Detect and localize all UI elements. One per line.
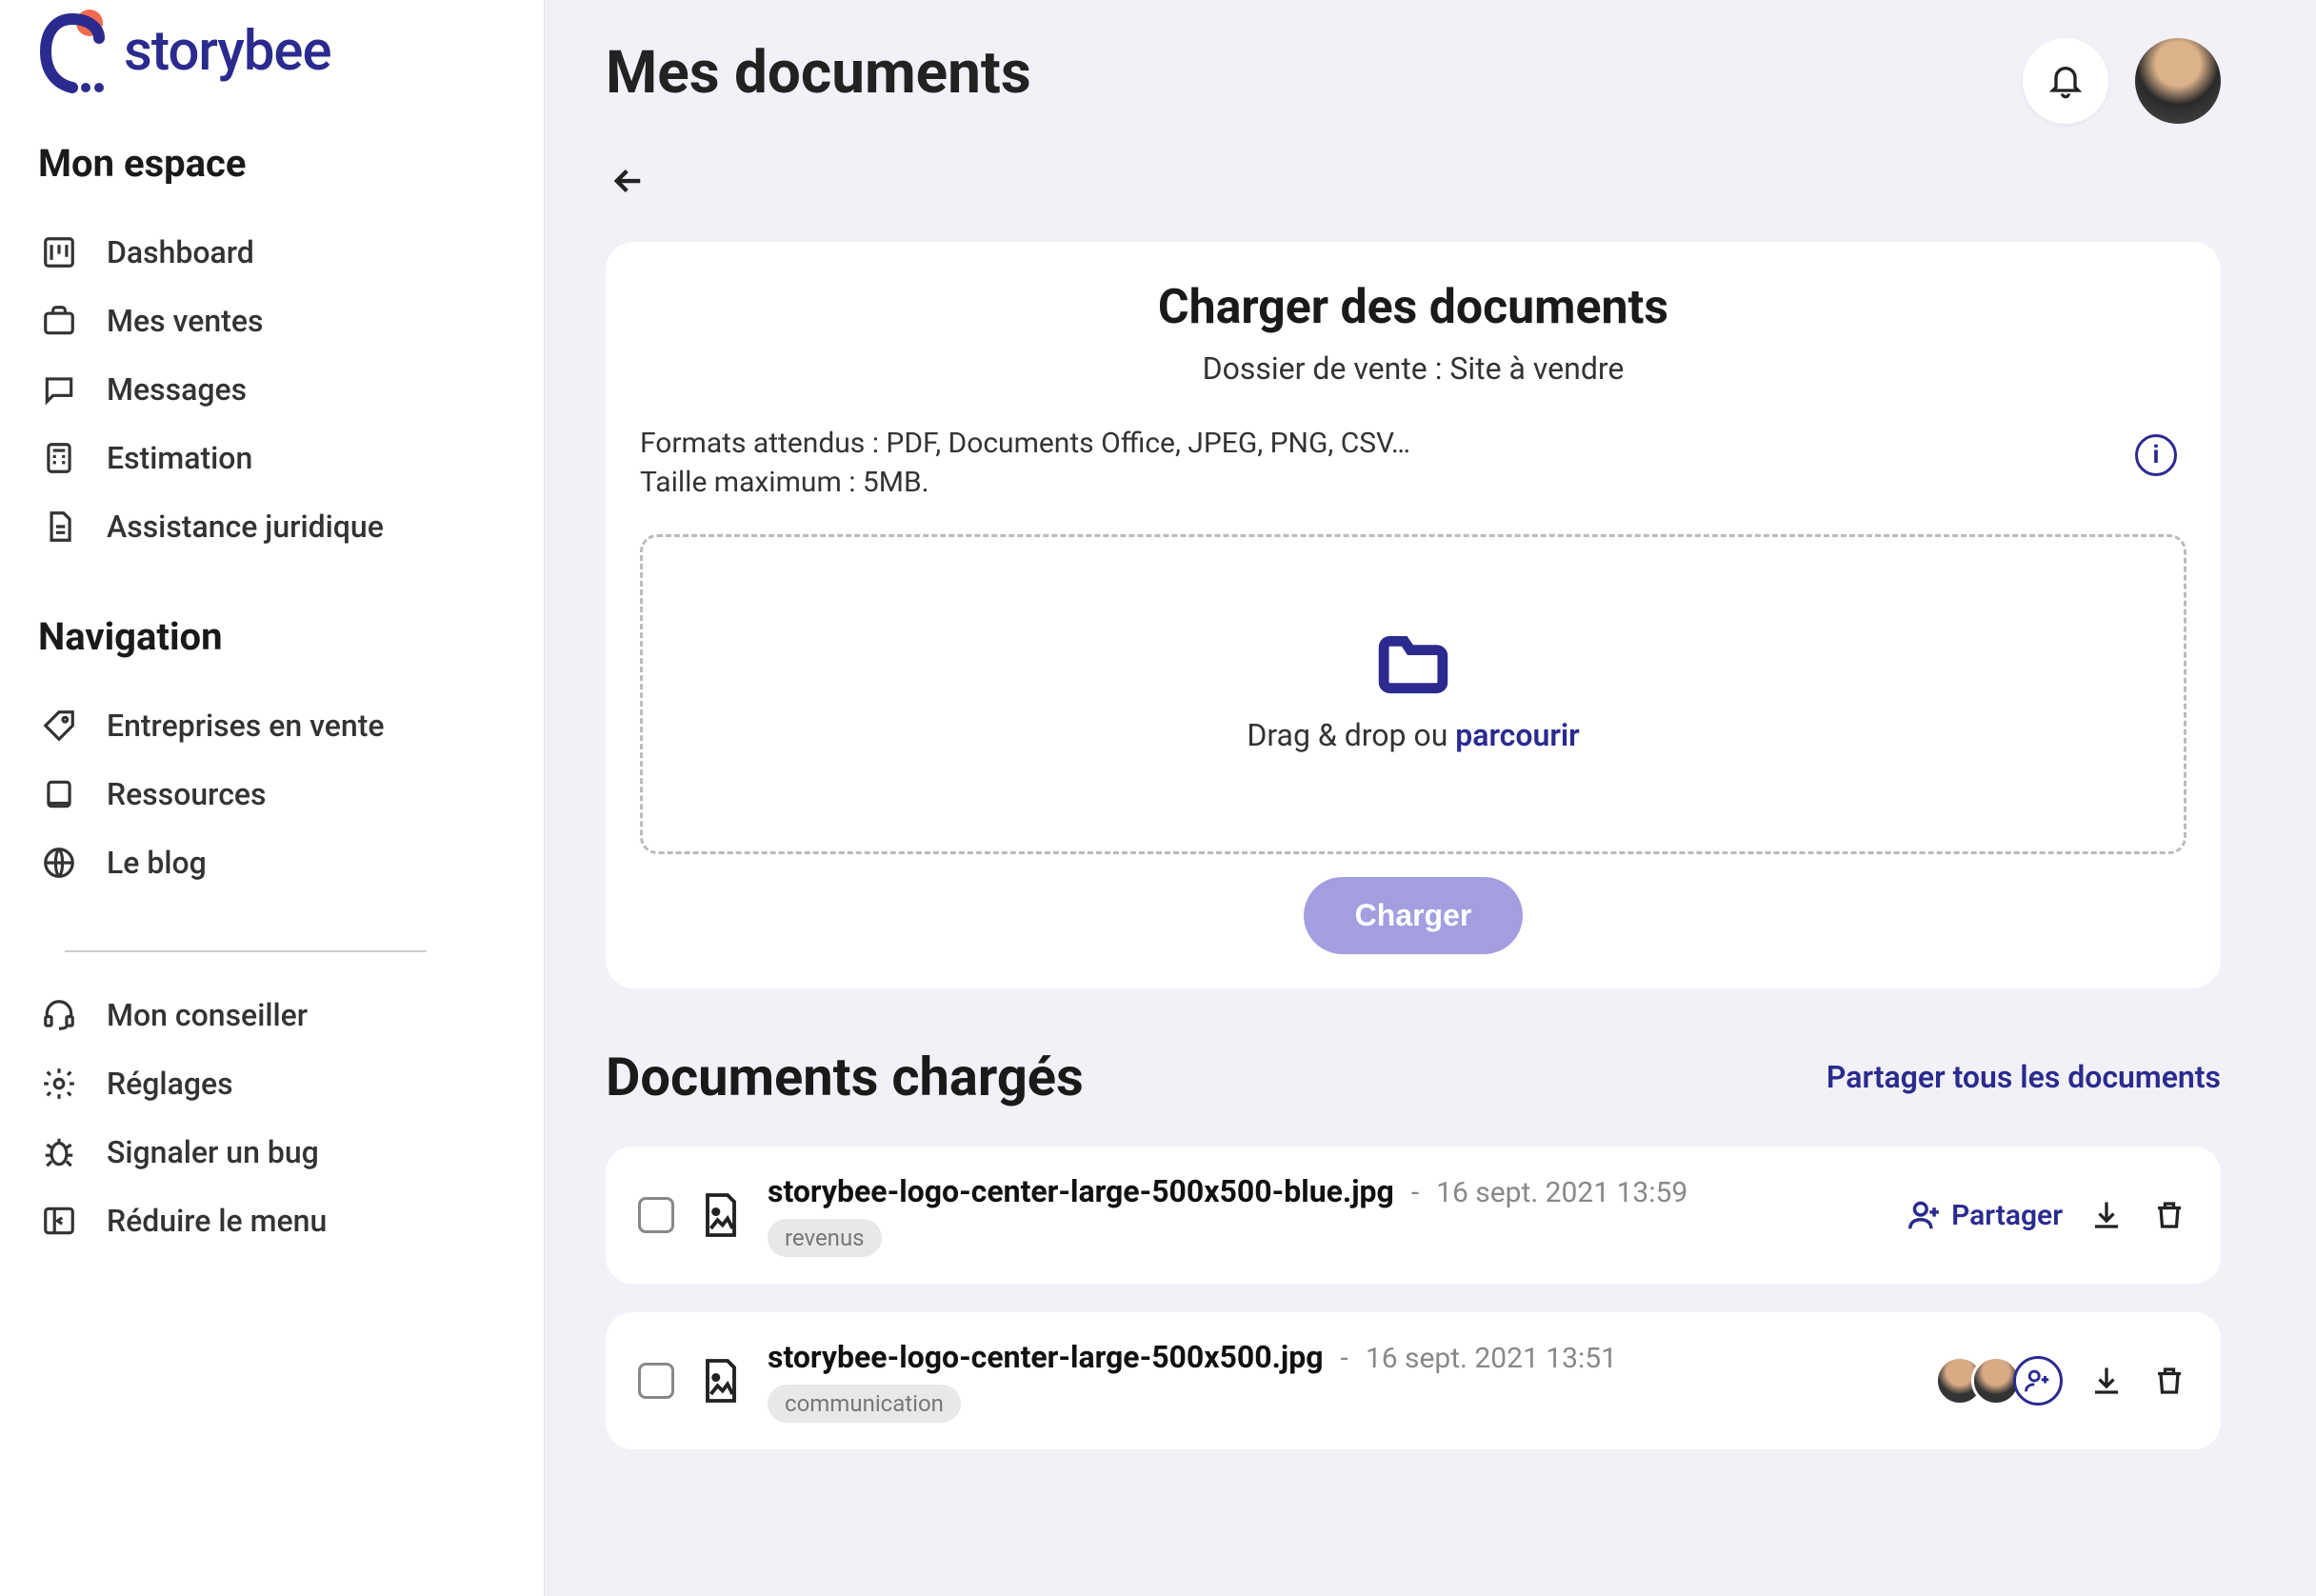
calculator-icon [38,437,80,479]
book-icon [38,773,80,815]
header-actions [2023,38,2221,124]
document-date: 16 sept. 2021 13:51 [1366,1342,1617,1375]
page-title: Mes documents [606,38,1031,108]
sidebar-section-title-workspace: Mon espace [38,141,506,186]
person-plus-icon [1906,1197,1942,1233]
sidebar-divider [65,950,427,952]
trash-icon [2152,1198,2186,1232]
back-button[interactable] [606,158,651,204]
dropzone-prefix: Drag & drop ou [1247,717,1455,753]
sidebar-item-label: Réglages [107,1066,233,1102]
sidebar-item-blog[interactable]: Le blog [38,828,506,897]
loaded-title: Documents chargés [606,1046,1084,1108]
bug-icon [38,1131,80,1173]
download-button[interactable] [2087,1362,2126,1400]
document-name: storybee-logo-center-large-500x500.jpg [768,1339,1324,1375]
upload-hint-formats: Formats attendus : PDF, Documents Office… [640,425,1410,464]
file-image-icon [701,1191,741,1239]
row-checkbox[interactable] [638,1197,674,1233]
upload-subtitle: Dossier de vente : Site à vendre [640,350,2186,387]
upload-card: Charger des documents Dossier de vente :… [606,242,2221,988]
sidebar-item-mes-ventes[interactable]: Mes ventes [38,287,506,355]
tag-icon [38,705,80,747]
sidebar-item-label: Dashboard [107,234,254,270]
shared-avatars [1935,1356,2063,1406]
upload-info-button[interactable]: i [2135,434,2177,476]
delete-button[interactable] [2150,1196,2188,1234]
document-date: 16 sept. 2021 13:59 [1436,1176,1687,1209]
collapse-icon [38,1200,80,1242]
upload-title: Charger des documents [640,280,2186,335]
add-share-button[interactable] [2013,1356,2063,1406]
row-checkbox[interactable] [638,1363,674,1399]
download-icon [2089,1198,2124,1232]
trash-icon [2152,1364,2186,1398]
sidebar-item-reglages[interactable]: Réglages [38,1049,506,1118]
sidebar-item-label: Messages [107,371,247,408]
sidebar-item-bug[interactable]: Signaler un bug [38,1118,506,1187]
file-image-icon [701,1357,741,1405]
delete-button[interactable] [2150,1362,2188,1400]
upload-hint-size: Taille maximum : 5MB. [640,464,1410,503]
main-content: Mes documents Charger des documents Doss… [545,0,2316,1596]
briefcase-icon [38,300,80,342]
gear-icon [38,1063,80,1105]
document-tag: revenus [768,1219,882,1257]
share-button[interactable]: Partager [1906,1197,2063,1233]
sidebar-item-label: Mon conseiller [107,997,308,1033]
sidebar-item-label: Signaler un bug [107,1134,319,1170]
bell-icon [2046,62,2085,100]
document-row: storybee-logo-center-large-500x500-blue.… [606,1147,2221,1284]
sidebar-item-label: Ressources [107,776,267,812]
sidebar: storybee Mon espace Dashboard Mes ventes… [0,0,545,1596]
separator: - [1341,1342,1348,1375]
globe-icon [38,842,80,884]
folder-icon [1378,635,1448,698]
sidebar-item-label: Entreprises en vente [107,708,385,744]
sidebar-item-label: Assistance juridique [107,509,384,545]
separator: - [1411,1176,1419,1209]
share-label: Partager [1951,1199,2063,1232]
download-icon [2089,1364,2124,1398]
sidebar-item-label: Le blog [107,845,207,881]
browse-link[interactable]: parcourir [1455,717,1579,753]
sidebar-item-label: Réduire le menu [107,1203,327,1239]
brand-logo[interactable]: storybee [38,10,506,93]
info-icon: i [2153,441,2160,469]
sidebar-item-label: Estimation [107,440,252,476]
dropzone-text: Drag & drop ou parcourir [1247,717,1579,753]
sidebar-item-collapse[interactable]: Réduire le menu [38,1187,506,1255]
sidebar-item-entreprises[interactable]: Entreprises en vente [38,691,506,760]
document-name: storybee-logo-center-large-500x500-blue.… [768,1173,1394,1209]
document-row: storybee-logo-center-large-500x500.jpg -… [606,1312,2221,1449]
document-icon [38,506,80,548]
brand-mark-icon [38,10,107,93]
brand-name: storybee [124,19,331,84]
sidebar-item-label: Mes ventes [107,303,263,339]
upload-dropzone[interactable]: Drag & drop ou parcourir [640,534,2186,854]
upload-hints: Formats attendus : PDF, Documents Office… [640,425,1410,502]
document-tag: communication [768,1385,961,1423]
sidebar-section-title-navigation: Navigation [38,614,506,659]
dashboard-icon [38,231,80,273]
download-button[interactable] [2087,1196,2126,1234]
sidebar-item-conseiller[interactable]: Mon conseiller [38,981,506,1049]
sidebar-item-assistance-juridique[interactable]: Assistance juridique [38,492,506,561]
sidebar-item-messages[interactable]: Messages [38,355,506,424]
message-icon [38,369,80,410]
headset-icon [38,994,80,1036]
notifications-button[interactable] [2023,38,2108,124]
person-plus-icon [2024,1367,2052,1395]
sidebar-item-estimation[interactable]: Estimation [38,424,506,492]
user-avatar[interactable] [2135,38,2221,124]
arrow-left-icon [609,161,649,201]
sidebar-item-dashboard[interactable]: Dashboard [38,218,506,287]
sidebar-item-ressources[interactable]: Ressources [38,760,506,828]
upload-button[interactable]: Charger [1304,877,1524,954]
share-all-link[interactable]: Partager tous les documents [1827,1059,2221,1095]
